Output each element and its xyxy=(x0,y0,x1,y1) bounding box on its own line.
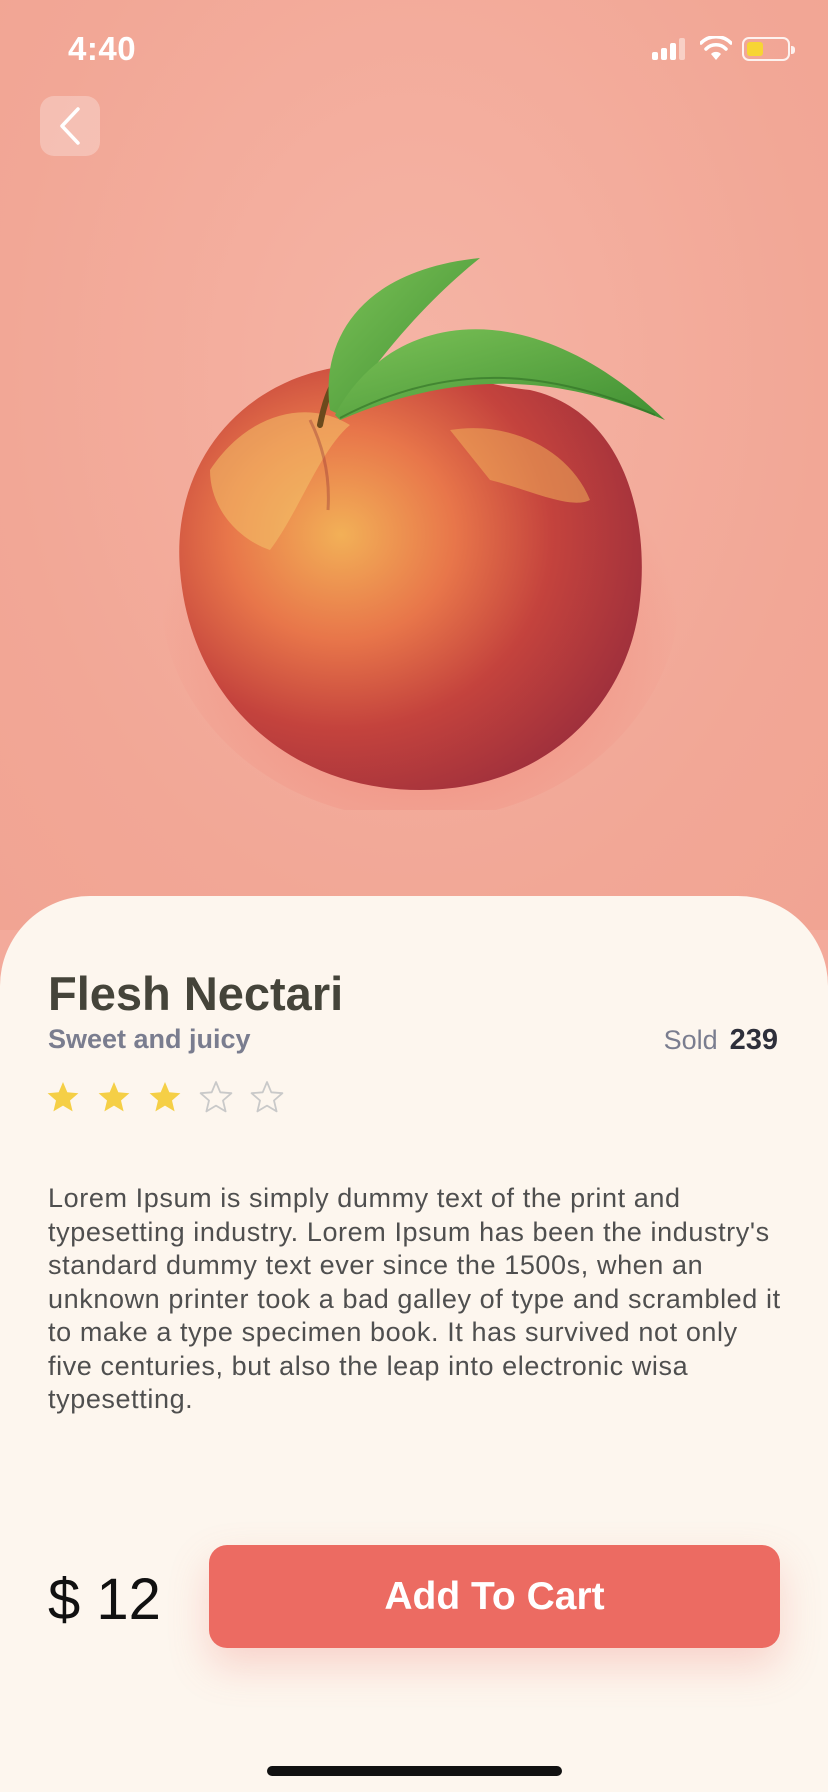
sold-label: Sold xyxy=(663,1025,718,1055)
star-empty-icon[interactable] xyxy=(250,1080,284,1114)
product-title: Flesh Nectari xyxy=(48,967,344,1020)
star-filled-icon[interactable] xyxy=(46,1080,80,1114)
add-to-cart-button[interactable]: Add To Cart xyxy=(209,1545,780,1648)
product-price: $ 12 xyxy=(48,1567,161,1632)
wifi-icon xyxy=(700,36,732,60)
home-indicator[interactable] xyxy=(267,1766,562,1776)
signal-icon xyxy=(652,38,688,60)
star-filled-icon[interactable] xyxy=(97,1080,131,1114)
status-bar: 4:40 xyxy=(0,0,828,100)
sold-count: Sold 239 xyxy=(664,1024,778,1057)
star-empty-icon[interactable] xyxy=(199,1080,233,1114)
add-to-cart-label: Add To Cart xyxy=(384,1574,605,1618)
product-description: Lorem Ipsum is simply dummy text of the … xyxy=(48,1183,781,1414)
product-image xyxy=(160,258,680,810)
sold-value: 239 xyxy=(729,1024,778,1056)
back-button[interactable] xyxy=(40,96,100,156)
status-time: 4:40 xyxy=(68,30,137,67)
star-filled-icon[interactable] xyxy=(148,1080,182,1114)
rating-stars[interactable] xyxy=(46,1080,284,1114)
chevron-left-icon xyxy=(60,107,80,145)
product-tagline: Sweet and juicy xyxy=(48,1024,251,1054)
battery-icon xyxy=(742,37,795,61)
